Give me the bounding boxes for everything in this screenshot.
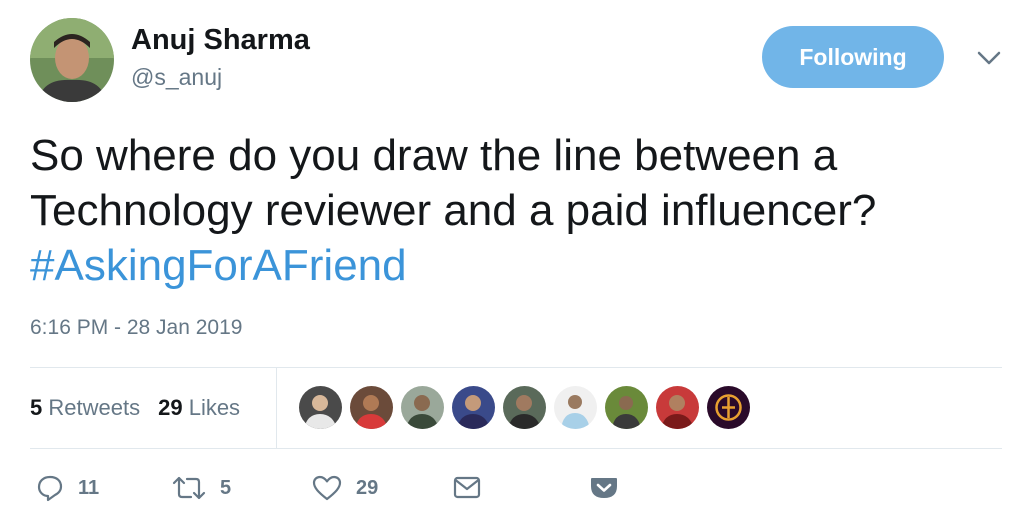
liker-avatar-icon[interactable] [299, 386, 342, 429]
likes-label: Likes [188, 395, 241, 420]
liker-avatar-icon[interactable] [350, 386, 393, 429]
envelope-icon [453, 476, 481, 499]
likes-stat[interactable]: 29 Likes [158, 395, 240, 421]
tweet-card: Anuj Sharma @s_anuj Following So where d… [0, 0, 1024, 525]
tweet-text: So where do you draw the line between a … [30, 128, 1010, 293]
reply-count: 11 [78, 476, 100, 499]
divider [276, 367, 277, 448]
liker-avatar-icon[interactable] [605, 386, 648, 429]
action-bar: 11 5 29 [0, 468, 1024, 512]
tweet-timestamp[interactable]: 6:16 PM - 28 Jan 2019 [30, 316, 242, 340]
retweets-stat[interactable]: 5 Retweets [30, 395, 140, 421]
reply-button[interactable]: 11 [36, 468, 99, 508]
author-handle[interactable]: @s_anuj [131, 64, 222, 91]
pocket-icon [591, 478, 617, 498]
like-count: 29 [356, 476, 379, 499]
hashtag-link[interactable]: #AskingForAFriend [30, 238, 1010, 293]
likers-avatars [299, 386, 750, 429]
divider [30, 367, 1002, 368]
liker-avatar-icon[interactable] [656, 386, 699, 429]
liker-avatar-icon[interactable] [707, 386, 750, 429]
author-name[interactable]: Anuj Sharma [131, 24, 310, 57]
like-button[interactable]: 29 [312, 468, 378, 508]
liker-avatar-icon[interactable] [554, 386, 597, 429]
divider [30, 448, 1002, 449]
chevron-down-icon[interactable] [976, 48, 1002, 68]
tweet-text-line: Technology reviewer and a paid influence… [30, 186, 877, 235]
avatar-photo-icon [30, 18, 114, 102]
following-button[interactable]: Following [762, 26, 944, 88]
liker-avatar-icon[interactable] [401, 386, 444, 429]
retweet-button[interactable]: 5 [172, 468, 231, 508]
tweet-text-line: So where do you draw the line between a [30, 131, 838, 180]
pocket-save-button[interactable] [589, 468, 619, 508]
retweets-count: 5 [30, 395, 43, 420]
likes-count: 29 [158, 395, 183, 420]
retweet-icon [172, 476, 206, 500]
heart-icon [312, 475, 342, 501]
retweet-count: 5 [220, 476, 232, 499]
engagement-stats: 5 Retweets 29 Likes [30, 395, 240, 421]
reply-icon [37, 475, 63, 502]
liker-avatar-icon[interactable] [503, 386, 546, 429]
direct-message-button[interactable] [452, 468, 482, 508]
retweets-label: Retweets [48, 395, 141, 420]
liker-avatar-icon[interactable] [452, 386, 495, 429]
author-avatar[interactable] [30, 18, 114, 102]
